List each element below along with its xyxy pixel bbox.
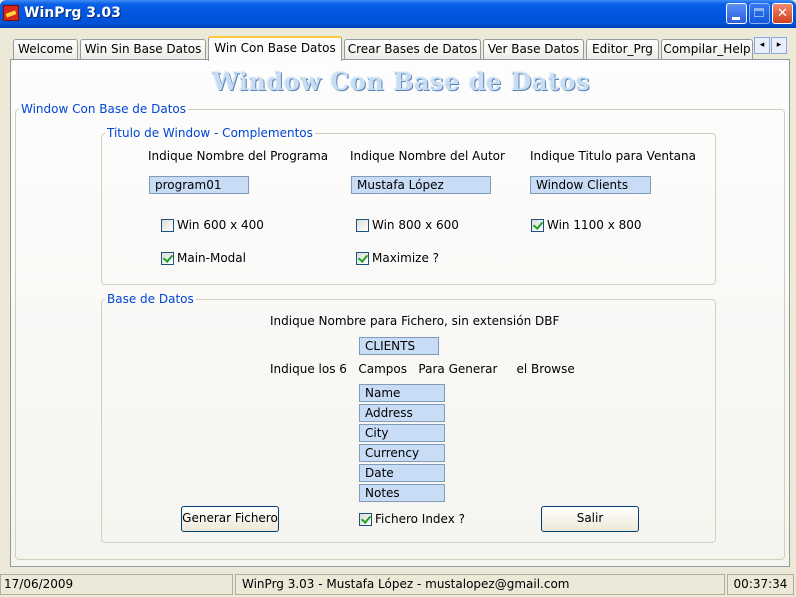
main-modal-checkbox[interactable]: Main-Modal <box>161 252 246 265</box>
tab-editor-prg[interactable]: Editor_Prg <box>586 39 659 59</box>
minimize-button[interactable] <box>726 3 747 24</box>
app-icon[interactable] <box>3 5 19 21</box>
program-name-input[interactable]: program01 <box>149 176 249 194</box>
fichero-index-checkbox[interactable]: Fichero Index ? <box>359 513 465 526</box>
program-name-label: Indique Nombre del Programa <box>148 149 329 163</box>
exit-button[interactable]: Salir <box>541 506 639 532</box>
status-time: 00:37:34 <box>727 574 794 595</box>
maximize-checkbox[interactable]: Maximize ? <box>356 252 439 265</box>
file-name-input[interactable]: CLIENTS <box>359 337 439 355</box>
tab-welcome[interactable]: Welcome <box>13 39 78 59</box>
tab-win-sin-base-datos[interactable]: Win Sin Base Datos <box>80 39 206 59</box>
field-input-2[interactable]: Address <box>359 404 445 422</box>
page-heading: Window Con Base de Datos <box>211 67 591 96</box>
tab-compilar-help[interactable]: Compilar_Help <box>661 39 753 59</box>
status-info: WinPrg 3.03 - Mustafa López - mustalopez… <box>235 574 725 595</box>
tab-crear-bases-de-datos[interactable]: Crear Bases de Datos <box>344 39 481 59</box>
tab-strip: Welcome Win Sin Base Datos Win Con Base … <box>10 36 790 61</box>
checkbox-icon <box>161 219 174 232</box>
window-title-label: Indique Titulo para Ventana <box>530 149 696 163</box>
checkbox-icon <box>161 252 174 265</box>
outer-group-legend: Window Con Base de Datos <box>21 102 187 116</box>
win-1100-checkbox[interactable]: Win 1100 x 800 <box>531 219 642 232</box>
window-title-input[interactable]: Window Clients <box>530 176 651 194</box>
file-name-label: Indique Nombre para Fichero, sin extensi… <box>270 314 560 328</box>
checkbox-icon <box>356 219 369 232</box>
win-800-checkbox[interactable]: Win 800 x 600 <box>356 219 459 232</box>
tab-scroll-left-icon[interactable]: ◂ <box>754 37 770 54</box>
maximize-button[interactable] <box>749 3 770 24</box>
tab-ver-base-datos[interactable]: Ver Base Datos <box>483 39 584 59</box>
tab-win-con-base-datos[interactable]: Win Con Base Datos <box>208 36 342 61</box>
field-input-5[interactable]: Date <box>359 464 445 482</box>
checkbox-icon <box>356 252 369 265</box>
title-bar: WinPrg 3.03 <box>0 0 796 28</box>
win-600-checkbox[interactable]: Win 600 x 400 <box>161 219 264 232</box>
fields-label: Indique los 6 Campos Para Generar el Bro… <box>270 362 575 376</box>
author-name-input[interactable]: Mustafa López <box>351 176 491 194</box>
author-name-label: Indique Nombre del Autor <box>350 149 505 163</box>
field-input-4[interactable]: Currency <box>359 444 445 462</box>
field-input-1[interactable]: Name <box>359 384 445 402</box>
checkbox-icon <box>359 513 372 526</box>
tab-page: Window Con Base de Datos Window Con Base… <box>10 59 790 567</box>
status-bar: 17/06/2009 WinPrg 3.03 - Mustafa López -… <box>0 572 796 597</box>
titulo-group-legend: Titulo de Window - Complementos <box>107 126 313 140</box>
field-input-6[interactable]: Notes <box>359 484 445 502</box>
close-button[interactable] <box>772 3 793 24</box>
status-date: 17/06/2009 <box>0 574 233 595</box>
checkbox-icon <box>531 219 544 232</box>
generate-file-button[interactable]: Generar Fichero <box>181 506 279 532</box>
field-input-3[interactable]: City <box>359 424 445 442</box>
base-de-datos-legend: Base de Datos <box>107 292 194 306</box>
tab-scroll-right-icon[interactable]: ▸ <box>771 37 787 54</box>
window-title: WinPrg 3.03 <box>24 5 121 21</box>
